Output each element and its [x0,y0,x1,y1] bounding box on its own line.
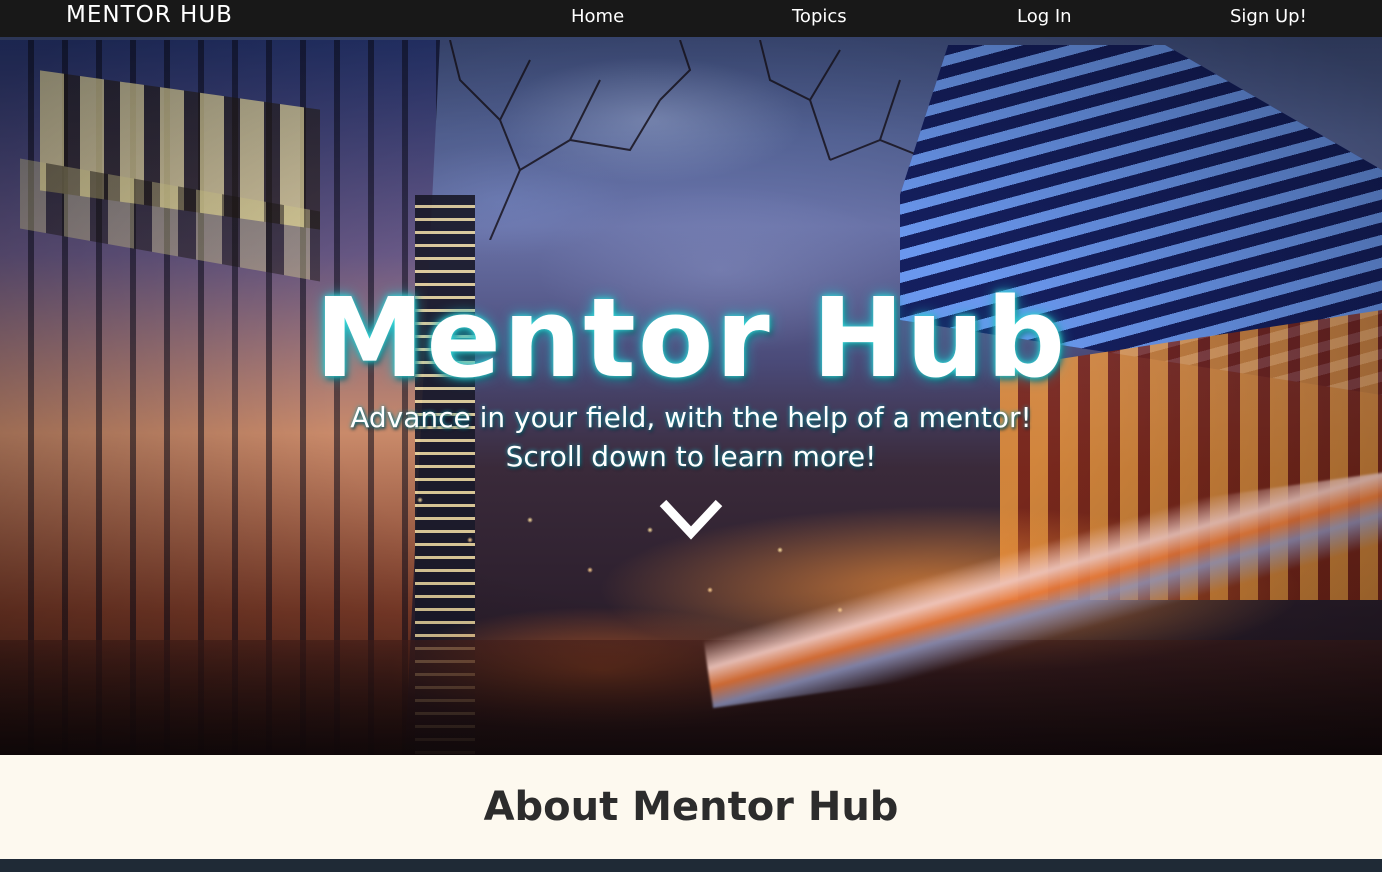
chevron-down-icon[interactable] [659,497,723,541]
hero-scroll-prompt: Scroll down to learn more! [505,440,877,473]
nav-link-log-in[interactable]: Log In [1017,6,1072,27]
brand-logo-text[interactable]: MENTOR HUB [66,0,233,32]
next-section-strip [0,859,1382,872]
hero-subtitle: Advance in your field, with the help of … [350,401,1032,434]
nav-link-home[interactable]: Home [571,6,624,27]
about-heading: About Mentor Hub [483,784,899,830]
top-navbar: MENTOR HUB Home Topics Log In Sign Up! [0,0,1382,37]
nav-link-topics[interactable]: Topics [792,6,847,27]
hero-title: Mentor Hub [314,274,1068,402]
nav-link-sign-up[interactable]: Sign Up! [1230,6,1307,27]
